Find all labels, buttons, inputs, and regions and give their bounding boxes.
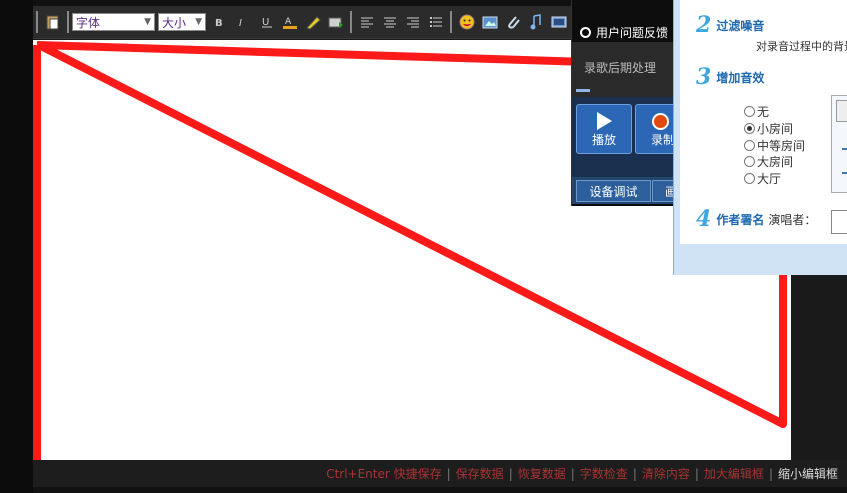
- shortcut-save-link[interactable]: Ctrl+Enter 快捷保存: [326, 465, 441, 482]
- step-title: 增加音效: [716, 70, 765, 85]
- recording-panel: 用户问题反馈 录歌后期处理 播放 录制 设备调试 画: [571, 0, 685, 206]
- enlarge-editor-link[interactable]: 加大编辑框: [704, 465, 764, 482]
- effect-label: 大房间: [757, 155, 794, 169]
- step-number: 3: [696, 64, 712, 90]
- divider: |: [570, 466, 575, 481]
- effect-label: 中等房间: [757, 139, 806, 153]
- page-background: [0, 0, 33, 493]
- font-family-value: 字体: [76, 15, 101, 30]
- play-icon: [597, 112, 612, 130]
- divider: |: [632, 466, 637, 481]
- paste-icon[interactable]: [44, 13, 62, 31]
- align-center-icon[interactable]: [381, 13, 399, 31]
- effect-label: 大厅: [757, 172, 782, 186]
- toolbar-separator: [67, 11, 69, 33]
- toolbar-separator: [350, 11, 352, 33]
- effect-option-medium-room[interactable]: 中等房间: [744, 137, 805, 154]
- clear-format-icon[interactable]: [327, 13, 345, 31]
- font-size-value: 大小: [162, 15, 187, 30]
- highlight-icon[interactable]: [304, 13, 322, 31]
- chevron-down-icon: ▼: [195, 17, 202, 27]
- effect-preview-box: [831, 95, 847, 193]
- radio-icon: [744, 106, 755, 117]
- settings-content: 2 过滤噪音 对录音过程中的背景 3 增加音效 无 小房间 中等房间 大房间 大…: [680, 0, 847, 244]
- settings-panel: 2 过滤噪音 对录音过程中的背景 3 增加音效 无 小房间 中等房间 大房间 大…: [673, 0, 847, 275]
- word-count-link[interactable]: 字数检查: [580, 465, 628, 482]
- effect-slider-line: [842, 148, 847, 150]
- step-title: 作者署名: [716, 212, 765, 227]
- recording-controls: 播放 录制: [572, 97, 685, 177]
- feedback-link[interactable]: 用户问题反馈: [580, 24, 668, 41]
- music-icon[interactable]: [527, 13, 545, 31]
- shrink-editor-link[interactable]: 缩小编辑框: [778, 465, 838, 482]
- tab-device-debug[interactable]: 设备调试: [576, 180, 651, 202]
- step-description: 对录音过程中的背景: [756, 40, 847, 53]
- attachment-icon[interactable]: [504, 13, 522, 31]
- effect-slider-line: [842, 172, 847, 174]
- feedback-icon: [580, 27, 591, 38]
- step-number: 2: [696, 12, 712, 38]
- divider: |: [446, 466, 451, 481]
- effect-option-hall[interactable]: 大厅: [744, 170, 781, 187]
- effect-option-none[interactable]: 无: [744, 103, 769, 120]
- svg-text:I: I: [239, 18, 242, 29]
- svg-text:B: B: [215, 18, 223, 29]
- radio-icon: [744, 140, 755, 151]
- editor-status-bar: Ctrl+Enter 快捷保存 | 保存数据 | 恢复数据 | 字数检查 | 清…: [33, 460, 847, 487]
- author-label: 演唱者：: [768, 212, 817, 227]
- divider: |: [694, 466, 699, 481]
- effect-label: 无: [757, 105, 770, 119]
- restore-data-link[interactable]: 恢复数据: [518, 465, 566, 482]
- align-left-icon[interactable]: [358, 13, 376, 31]
- effect-option-large-room[interactable]: 大房间: [744, 153, 793, 170]
- progress-bar: [576, 89, 590, 92]
- svg-text:A: A: [285, 17, 292, 27]
- radio-icon: [744, 156, 755, 167]
- effect-tab[interactable]: [836, 100, 847, 122]
- editor-toolbar: 字体 ▼ 大小 ▼ B I U A: [33, 6, 573, 39]
- step-title: 过滤噪音: [716, 18, 765, 33]
- list-icon[interactable]: [427, 13, 445, 31]
- divider: |: [768, 466, 773, 481]
- video-icon[interactable]: [550, 13, 568, 31]
- step-noise-filter: 2 过滤噪音: [696, 12, 764, 38]
- underline-icon[interactable]: U: [258, 13, 276, 31]
- step-author: 4 作者署名 演唱者：: [696, 206, 816, 232]
- toolbar-separator: [450, 11, 452, 33]
- clear-content-link[interactable]: 清除内容: [642, 465, 690, 482]
- italic-icon[interactable]: I: [235, 13, 253, 31]
- align-right-icon[interactable]: [404, 13, 422, 31]
- effect-option-small-room[interactable]: 小房间: [744, 120, 793, 137]
- play-button[interactable]: 播放: [576, 104, 632, 154]
- author-input[interactable]: [831, 210, 847, 234]
- feedback-label: 用户问题反馈: [596, 26, 669, 40]
- post-processing-label: 录歌后期处理: [584, 61, 657, 75]
- image-icon[interactable]: [481, 13, 499, 31]
- effect-label: 小房间: [757, 122, 794, 136]
- play-label: 播放: [591, 133, 616, 147]
- svg-text:U: U: [262, 17, 269, 28]
- font-family-select[interactable]: 字体 ▼: [72, 13, 155, 31]
- record-icon: [652, 113, 669, 130]
- chevron-down-icon: ▼: [144, 17, 151, 27]
- toolbar-separator: [36, 11, 38, 33]
- divider: |: [508, 466, 513, 481]
- save-data-link[interactable]: 保存数据: [456, 465, 504, 482]
- recording-tabs: 设备调试 画: [572, 177, 682, 204]
- text-color-icon[interactable]: A: [281, 13, 299, 31]
- step-add-effect: 3 增加音效: [696, 64, 764, 90]
- emoji-icon[interactable]: [458, 13, 476, 31]
- radio-icon: [744, 173, 755, 184]
- bold-icon[interactable]: B: [212, 13, 230, 31]
- radio-selected-icon: [744, 123, 755, 134]
- step-number: 4: [696, 206, 712, 232]
- font-size-select[interactable]: 大小 ▼: [158, 13, 206, 31]
